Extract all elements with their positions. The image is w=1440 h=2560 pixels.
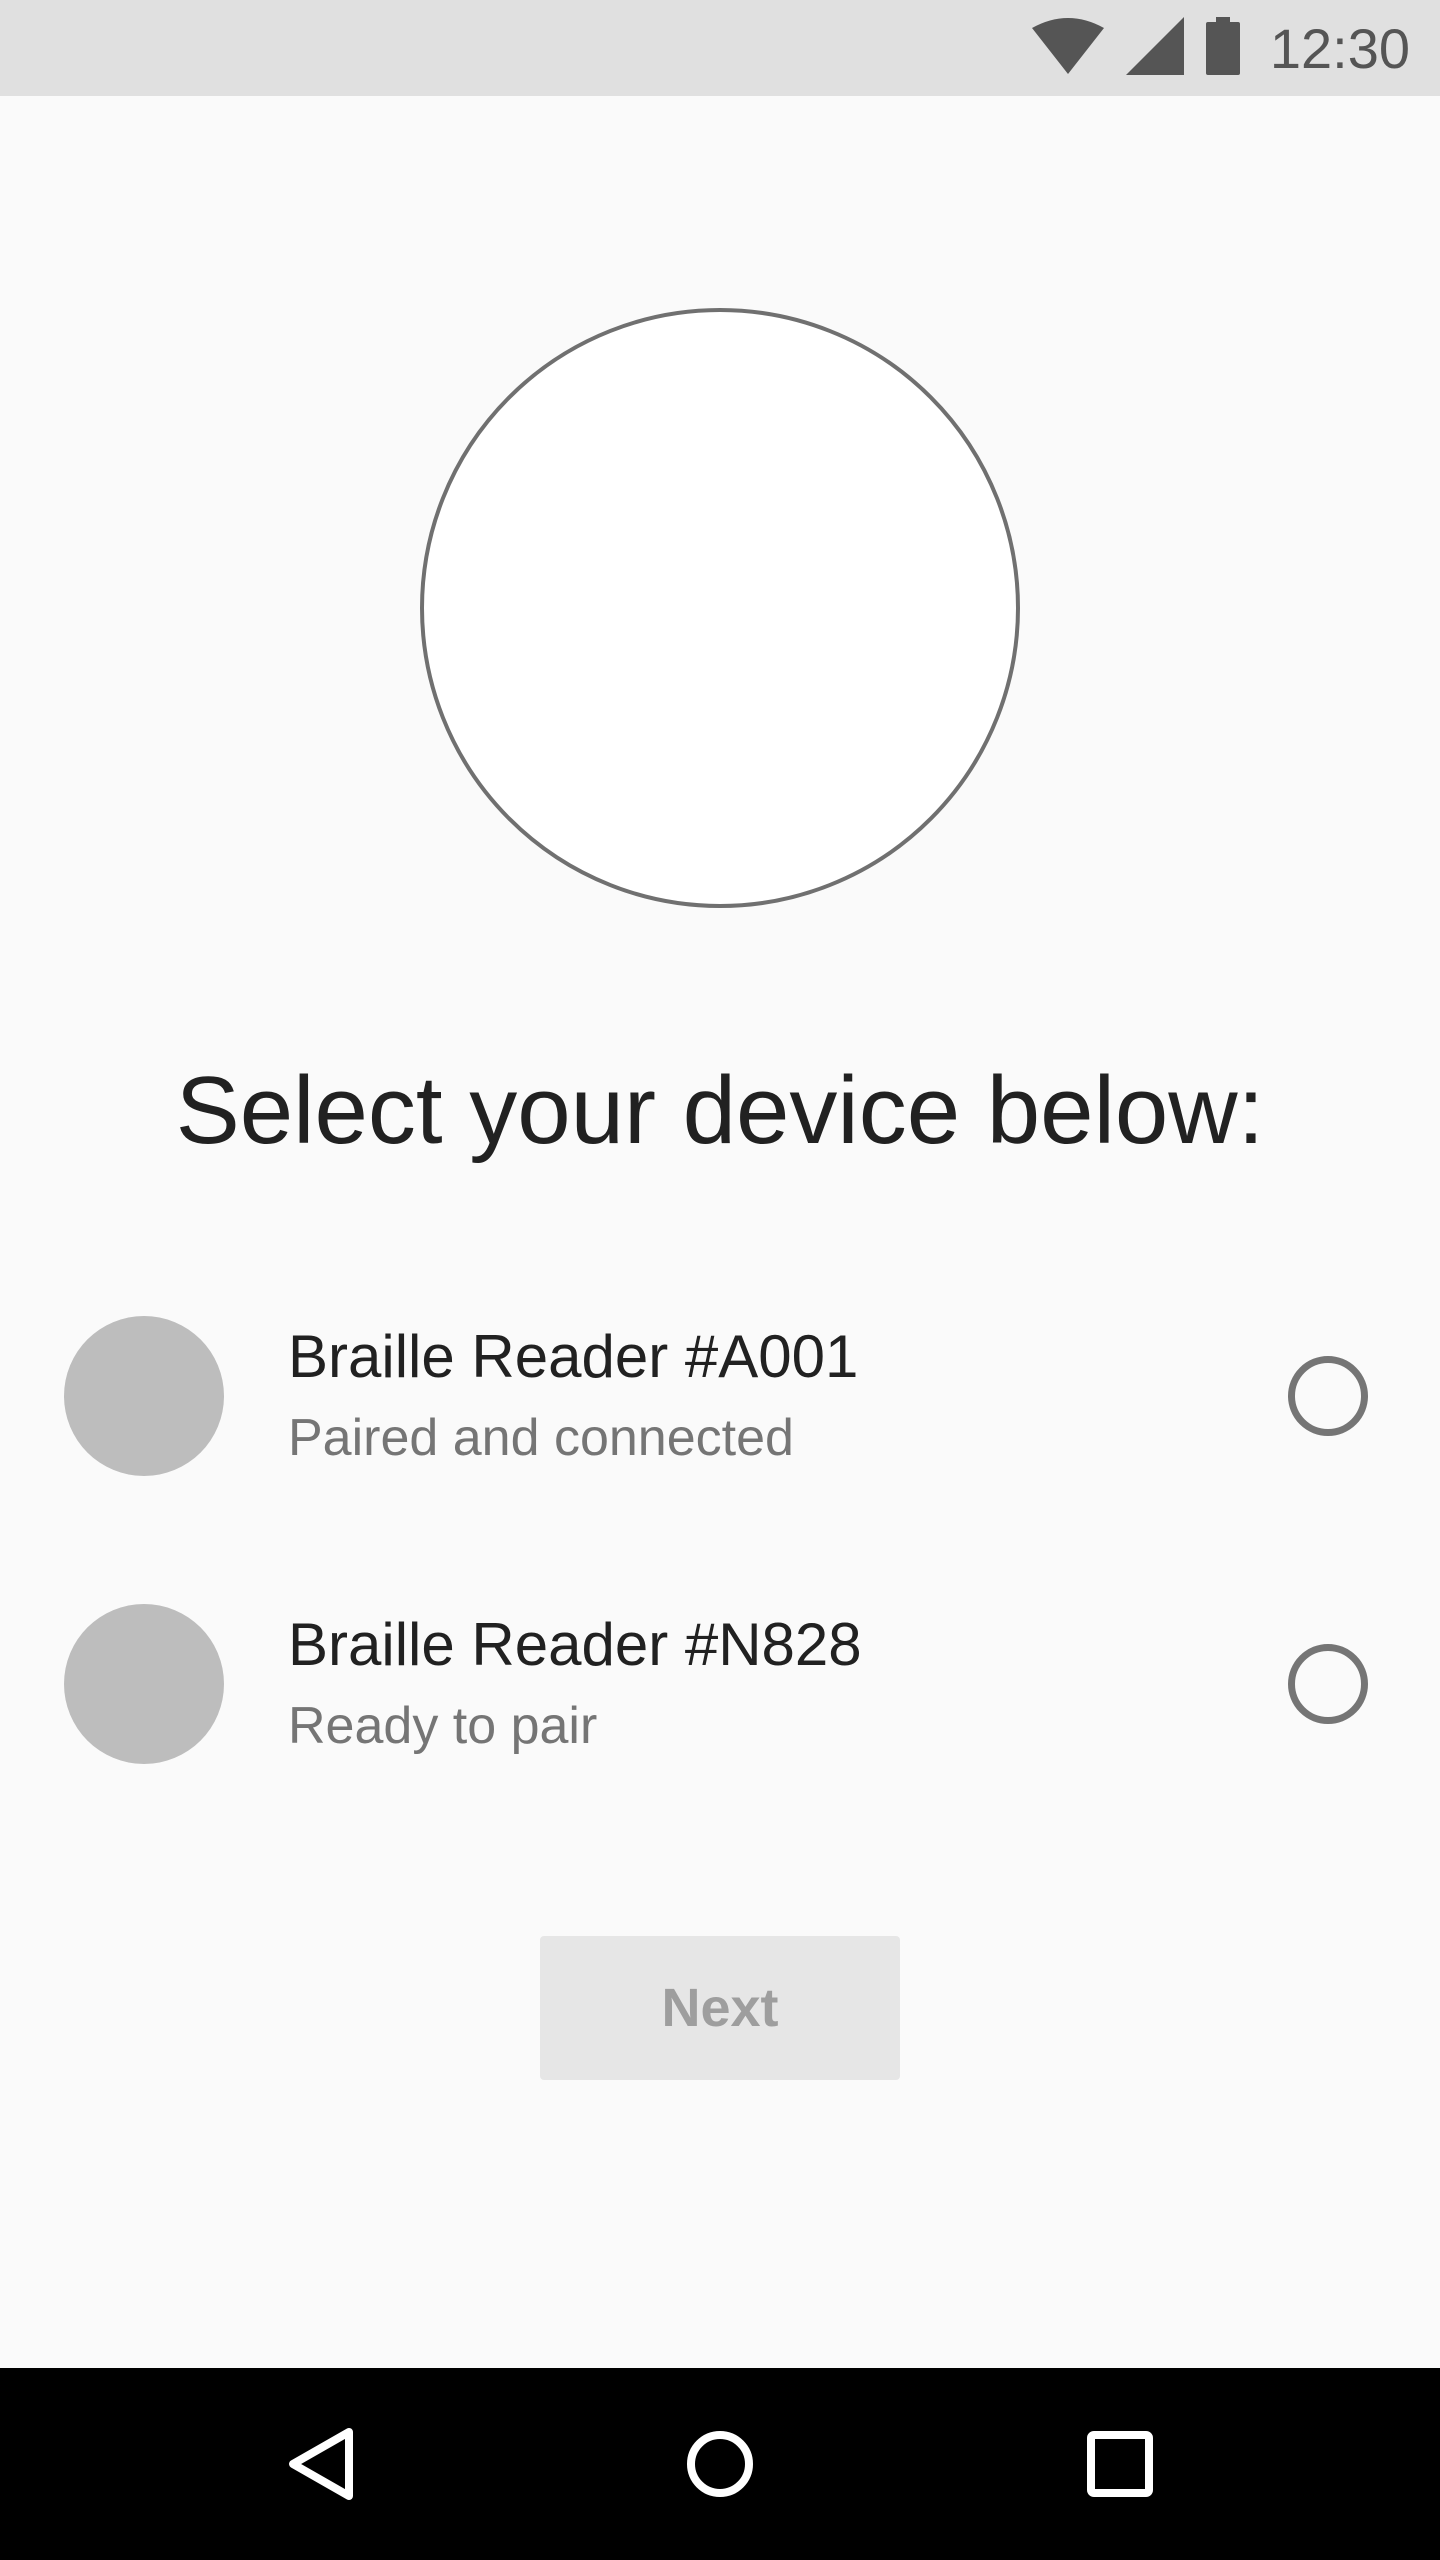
- battery-icon: [1205, 16, 1240, 80]
- device-avatar: [64, 1316, 224, 1476]
- page-title: Select your device below:: [175, 1057, 1265, 1164]
- hero-image-placeholder: [420, 308, 1020, 908]
- navigation-bar: [0, 2368, 1440, 2560]
- device-radio-button[interactable]: [1288, 1644, 1368, 1724]
- device-radio-button[interactable]: [1288, 1356, 1368, 1436]
- device-name: Braille Reader #N828: [288, 1611, 862, 1678]
- device-list-item[interactable]: Braille Reader #A001 Paired and connecte…: [0, 1316, 1440, 1496]
- back-icon[interactable]: [270, 2414, 370, 2514]
- recents-icon[interactable]: [1070, 2414, 1170, 2514]
- device-status: Ready to pair: [288, 1697, 598, 1755]
- next-button[interactable]: Next: [540, 1936, 900, 2080]
- device-avatar: [64, 1604, 224, 1764]
- device-status: Paired and connected: [288, 1409, 794, 1467]
- device-name: Braille Reader #A001: [288, 1323, 859, 1390]
- device-selection-screen: Select your device below: Braille Reader…: [0, 96, 1440, 2368]
- cell-signal-icon: [1125, 16, 1184, 80]
- status-bar: 12:30: [0, 0, 1440, 96]
- status-time: 12:30: [1269, 16, 1410, 80]
- wifi-icon: [1031, 17, 1104, 79]
- device-list-item[interactable]: Braille Reader #N828 Ready to pair: [0, 1604, 1440, 1784]
- home-icon[interactable]: [670, 2414, 770, 2514]
- status-icons: 12:30: [1031, 0, 1410, 96]
